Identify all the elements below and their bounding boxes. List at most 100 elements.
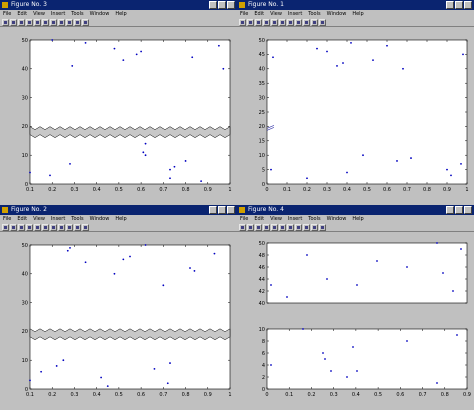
data-point (352, 346, 354, 348)
maximize-button[interactable] (455, 1, 463, 9)
print-icon[interactable] (263, 18, 270, 26)
pointer-icon[interactable] (271, 223, 278, 231)
text-icon[interactable] (279, 223, 286, 231)
new-icon[interactable] (239, 18, 246, 26)
menu-item-file[interactable]: File (240, 215, 248, 223)
title-bar[interactable]: Figure No. 3 (0, 0, 237, 10)
data-point (460, 162, 462, 165)
menu-item-edit[interactable]: Edit (254, 215, 264, 223)
menu-item-window[interactable]: Window (90, 215, 110, 223)
rotate-icon[interactable] (82, 18, 89, 26)
x-tick-label: 0.6 (137, 187, 145, 193)
line-icon[interactable] (295, 223, 302, 231)
menu-item-view[interactable]: View (270, 215, 282, 223)
arrow-icon[interactable] (50, 18, 57, 26)
zoom-in-icon[interactable] (66, 223, 73, 231)
menu-item-edit[interactable]: Edit (17, 215, 27, 223)
new-icon[interactable] (2, 18, 9, 26)
menu-item-insert[interactable]: Insert (51, 10, 65, 18)
data-point (66, 249, 69, 252)
zoom-in-icon[interactable] (303, 223, 310, 231)
menu-item-insert[interactable]: Insert (288, 215, 302, 223)
title-bar[interactable]: Figure No. 1 (237, 0, 474, 10)
menu-item-help[interactable]: Help (352, 10, 363, 18)
menu-item-window[interactable]: Window (327, 215, 347, 223)
menu-item-view[interactable]: View (33, 10, 45, 18)
line-icon[interactable] (58, 18, 65, 26)
title-bar[interactable]: Figure No. 4 (237, 205, 474, 215)
text-icon[interactable] (279, 18, 286, 26)
close-button[interactable] (464, 1, 472, 9)
data-point (302, 328, 304, 330)
save-icon[interactable] (18, 223, 25, 231)
data-point (386, 44, 388, 47)
minimize-button[interactable] (446, 1, 454, 9)
pointer-icon[interactable] (34, 18, 41, 26)
menu-item-help[interactable]: Help (115, 10, 126, 18)
menu-item-insert[interactable]: Insert (288, 10, 302, 18)
pointer-icon[interactable] (34, 223, 41, 231)
close-button[interactable] (227, 1, 235, 9)
print-icon[interactable] (263, 223, 270, 231)
x-tick-label: 0.5 (374, 392, 382, 398)
minimize-button[interactable] (209, 1, 217, 9)
menu-item-window[interactable]: Window (90, 10, 110, 18)
zoom-out-icon[interactable] (74, 223, 81, 231)
close-button[interactable] (227, 206, 235, 214)
zoom-out-icon[interactable] (74, 18, 81, 26)
zoom-out-icon[interactable] (311, 223, 318, 231)
open-icon[interactable] (10, 223, 17, 231)
save-icon[interactable] (18, 18, 25, 26)
menu-item-insert[interactable]: Insert (51, 215, 65, 223)
maximize-button[interactable] (218, 206, 226, 214)
menu-item-file[interactable]: File (3, 10, 11, 18)
text-icon[interactable] (42, 223, 49, 231)
menu-item-tools[interactable]: Tools (71, 215, 83, 223)
rotate-icon[interactable] (319, 18, 326, 26)
title-bar[interactable]: Figure No. 2 (0, 205, 237, 215)
data-point (356, 284, 358, 286)
data-point (396, 160, 398, 162)
new-icon[interactable] (239, 223, 246, 231)
open-icon[interactable] (247, 18, 254, 26)
new-icon[interactable] (2, 223, 9, 231)
y-tick-label: 40 (259, 67, 265, 73)
menu-item-view[interactable]: View (270, 10, 282, 18)
menu-item-help[interactable]: Help (115, 215, 126, 223)
zoom-out-icon[interactable] (311, 18, 318, 26)
data-point (106, 385, 109, 388)
arrow-icon[interactable] (287, 18, 294, 26)
zoom-in-icon[interactable] (66, 18, 73, 26)
rotate-icon[interactable] (319, 223, 326, 231)
minimize-button[interactable] (446, 206, 454, 214)
menu-item-tools[interactable]: Tools (308, 10, 320, 18)
print-icon[interactable] (26, 18, 33, 26)
menu-item-help[interactable]: Help (352, 215, 363, 223)
menu-item-tools[interactable]: Tools (308, 215, 320, 223)
minimize-button[interactable] (209, 206, 217, 214)
open-icon[interactable] (10, 18, 17, 26)
save-icon[interactable] (255, 223, 262, 231)
menu-item-edit[interactable]: Edit (254, 10, 264, 18)
maximize-button[interactable] (218, 1, 226, 9)
zoom-in-icon[interactable] (303, 18, 310, 26)
menu-item-file[interactable]: File (3, 215, 11, 223)
arrow-icon[interactable] (50, 223, 57, 231)
menu-item-window[interactable]: Window (327, 10, 347, 18)
menu-item-view[interactable]: View (33, 215, 45, 223)
open-icon[interactable] (247, 223, 254, 231)
save-icon[interactable] (255, 18, 262, 26)
print-icon[interactable] (26, 223, 33, 231)
data-point (306, 254, 308, 256)
menu-item-file[interactable]: File (240, 10, 248, 18)
menu-item-edit[interactable]: Edit (17, 10, 27, 18)
line-icon[interactable] (58, 223, 65, 231)
menu-item-tools[interactable]: Tools (71, 10, 83, 18)
pointer-icon[interactable] (271, 18, 278, 26)
arrow-icon[interactable] (287, 223, 294, 231)
rotate-icon[interactable] (82, 223, 89, 231)
text-icon[interactable] (42, 18, 49, 26)
close-button[interactable] (464, 206, 472, 214)
line-icon[interactable] (295, 18, 302, 26)
maximize-button[interactable] (455, 206, 463, 214)
